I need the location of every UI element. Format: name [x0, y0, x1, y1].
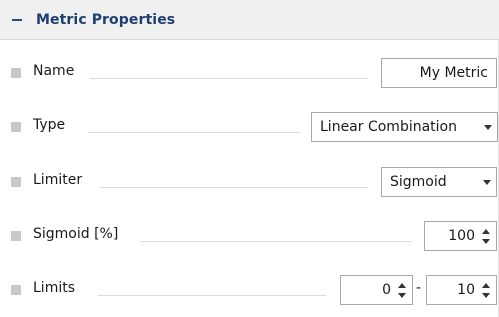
- spin-up-icon[interactable]: [480, 228, 492, 235]
- limits-min-value: 0: [382, 282, 391, 298]
- section-title: Metric Properties: [36, 11, 176, 28]
- chevron-down-icon[interactable]: [478, 168, 496, 196]
- chevron-down-icon[interactable]: [479, 113, 497, 141]
- spin-down-icon[interactable]: [480, 292, 492, 299]
- section-header: Metric Properties: [0, 0, 499, 40]
- property-row-type: Type Linear Combination: [0, 109, 499, 145]
- spinner-buttons: [479, 222, 493, 250]
- limits-min-spinner[interactable]: 0: [340, 275, 413, 305]
- type-label: Type: [33, 117, 66, 133]
- row-bullet-icon: [11, 177, 21, 187]
- limiter-label: Limiter: [33, 172, 83, 188]
- row-bullet-icon: [11, 68, 21, 78]
- type-dropdown[interactable]: Linear Combination: [311, 112, 498, 142]
- sigmoid-value: 100: [448, 228, 475, 244]
- spinner-buttons: [395, 276, 409, 304]
- name-label: Name: [33, 63, 75, 79]
- range-separator: -: [416, 280, 422, 296]
- name-input[interactable]: [381, 58, 497, 88]
- sigmoid-label: Sigmoid [%]: [33, 226, 119, 242]
- leader-line: [100, 187, 368, 188]
- property-row-sigmoid: Sigmoid [%] 100: [0, 218, 499, 254]
- leader-line: [88, 132, 300, 133]
- limits-label: Limits: [33, 280, 75, 296]
- limiter-dropdown[interactable]: Sigmoid: [381, 167, 497, 197]
- leader-line: [140, 241, 412, 242]
- spin-down-icon[interactable]: [396, 292, 408, 299]
- property-row-name: Name: [0, 55, 499, 91]
- leader-line: [98, 295, 326, 296]
- leader-line: [90, 78, 368, 79]
- properties-panel: Metric Properties Name Type Linear Combi…: [0, 0, 499, 317]
- limiter-dropdown-value: Sigmoid: [390, 174, 447, 190]
- spinner-buttons: [479, 276, 493, 304]
- minus-icon: [12, 18, 22, 21]
- spin-up-icon[interactable]: [396, 282, 408, 289]
- sigmoid-spinner[interactable]: 100: [424, 221, 497, 251]
- property-row-limits: Limits 0 - 10: [0, 272, 499, 308]
- row-bullet-icon: [11, 231, 21, 241]
- spin-down-icon[interactable]: [480, 238, 492, 245]
- type-dropdown-value: Linear Combination: [320, 119, 457, 135]
- row-bullet-icon: [11, 122, 21, 132]
- row-bullet-icon: [11, 285, 21, 295]
- spin-up-icon[interactable]: [480, 282, 492, 289]
- limits-max-value: 10: [457, 282, 475, 298]
- limits-max-spinner[interactable]: 10: [426, 275, 497, 305]
- property-row-limiter: Limiter Sigmoid: [0, 164, 499, 200]
- collapse-toggle-button[interactable]: [10, 0, 36, 40]
